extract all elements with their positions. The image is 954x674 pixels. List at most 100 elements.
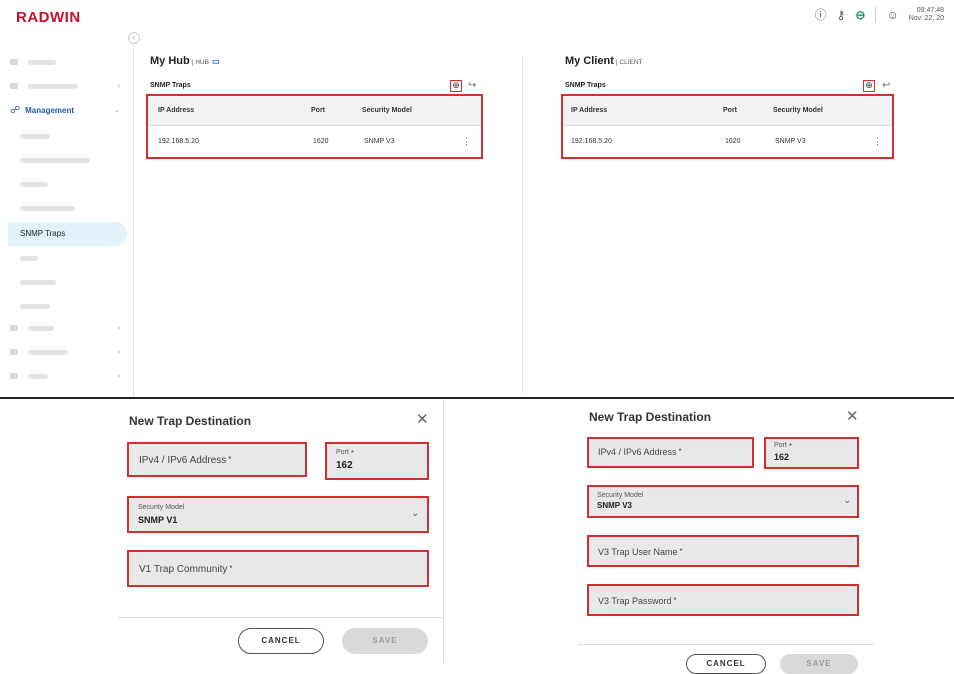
address-label-text: IPv4 / IPv6 Address — [598, 447, 677, 457]
footer-divider — [578, 644, 874, 645]
blurred-icon — [10, 325, 18, 331]
footer-divider — [118, 617, 444, 618]
key-icon[interactable]: ⚷ — [837, 8, 846, 22]
port-value: 162 — [336, 460, 353, 471]
cell-security: SNMP V3 — [775, 137, 806, 145]
blurred-icon — [10, 349, 18, 355]
hub-title-text: My Hub — [150, 55, 190, 67]
clock-time: 09:47:48 — [916, 6, 944, 14]
sidebar-item-blurred[interactable]: › — [10, 78, 128, 94]
client-subtitle-text: CLIENT — [619, 59, 643, 66]
add-trap-button[interactable]: ⊕ — [450, 80, 462, 92]
separator-line — [0, 397, 954, 399]
radwin-logo: RADWIN — [16, 9, 81, 26]
security-model-select[interactable]: Security Model SNMP V1 ⌄ — [127, 496, 429, 533]
user-name-field[interactable]: V3 Trap User Name * — [587, 535, 859, 567]
sidebar-item-blurred[interactable]: › — [10, 368, 128, 384]
port-label-text: Port — [774, 442, 787, 449]
sidebar-subitem-blurred[interactable] — [20, 274, 56, 290]
undo-arrow-icon[interactable]: ↩ — [882, 80, 890, 91]
sidebar-subitem-blurred[interactable] — [20, 176, 48, 192]
column-port: Port — [723, 107, 737, 114]
sidebar-subitem-blurred[interactable] — [20, 250, 38, 266]
redo-arrow-icon[interactable]: ↪ — [468, 80, 476, 91]
blurred-label — [20, 157, 90, 163]
sidebar-subitem-blurred[interactable] — [20, 152, 90, 168]
blurred-icon — [10, 83, 18, 89]
close-icon[interactable]: ✕ — [416, 410, 429, 428]
security-label: Security Model — [138, 504, 185, 511]
cell-ip: 192.168.5.20 — [571, 137, 612, 145]
password-label-text: V3 Trap Password — [598, 596, 672, 606]
port-field[interactable]: Port * 162 — [325, 442, 429, 480]
new-trap-dialog-v1: New Trap Destination ✕ IPv4 / IPv6 Addre… — [118, 400, 444, 662]
client-title: My Client | CLIENT — [565, 55, 643, 67]
cell-security: SNMP V3 — [364, 137, 395, 145]
dialog-title: New Trap Destination — [589, 410, 712, 424]
edit-icon[interactable]: ▭ — [212, 57, 220, 66]
address-field[interactable]: IPv4 / IPv6 Address * — [127, 442, 307, 477]
collapse-sidebar-button[interactable]: ‹ — [128, 32, 140, 44]
user-icon[interactable]: ☺ — [886, 8, 898, 22]
community-field[interactable]: V1 Trap Community * — [127, 550, 429, 587]
cell-port: 1620 — [313, 137, 329, 145]
row-menu-icon[interactable]: ⋮ — [462, 136, 471, 147]
table-header: IP Address Port Security Model — [563, 96, 892, 126]
column-ip: IP Address — [571, 107, 608, 114]
password-label: V3 Trap Password * — [598, 596, 677, 606]
table-row[interactable]: 192.168.5.20 1620 SNMP V3 ⋮ — [148, 126, 481, 156]
blurred-label — [28, 325, 54, 331]
hub-title: My Hub | HUB ▭ — [150, 55, 220, 67]
sidebar-item-management[interactable]: ☍ Management ⌄ — [10, 102, 128, 118]
sidebar-item-snmp-traps[interactable]: SNMP Traps — [8, 222, 127, 246]
security-model-select[interactable]: Security Model SNMP V3 ⌄ — [587, 485, 859, 518]
community-label: V1 Trap Community * — [139, 564, 233, 575]
top-bar: RADWIN ⓘ ⚷ ⊖ ☺ 09:47:48 Nov. 22, 20 — [0, 0, 954, 36]
cancel-button[interactable]: CANCEL — [686, 654, 766, 674]
blurred-icon — [10, 373, 18, 379]
link-icon[interactable]: ⊖ — [855, 8, 865, 22]
close-icon[interactable]: ✕ — [846, 407, 859, 425]
cancel-button[interactable]: CANCEL — [238, 628, 324, 654]
save-button[interactable]: SAVE — [342, 628, 428, 654]
sidebar: › ☍ Management ⌄ SNMP Traps › › › — [0, 36, 134, 398]
clock-date: Nov. 22, 20 — [908, 14, 944, 22]
sidebar-subitem-blurred[interactable] — [20, 128, 50, 144]
address-label: IPv4 / IPv6 Address * — [139, 455, 231, 466]
cell-ip: 192.168.5.20 — [158, 137, 199, 145]
address-field[interactable]: IPv4 / IPv6 Address * — [587, 437, 754, 468]
table-row[interactable]: 192.168.5.20 1620 SNMP V3 ⋮ — [563, 126, 892, 156]
port-field[interactable]: Port * 162 — [764, 437, 859, 469]
add-trap-button[interactable]: ⊕ — [863, 80, 875, 92]
chevron-down-icon: ⌄ — [114, 107, 120, 114]
blurred-label — [20, 205, 75, 211]
port-label: Port * — [336, 449, 354, 458]
required-marker: * — [350, 449, 354, 458]
clock: 09:47:48 Nov. 22, 20 — [909, 7, 944, 23]
blurred-label — [28, 349, 68, 355]
network-icon: ☍ — [10, 104, 21, 116]
address-label: IPv4 / IPv6 Address * — [598, 447, 682, 457]
sidebar-item-blurred[interactable]: › — [10, 320, 128, 336]
sidebar-item-blurred[interactable]: › — [10, 344, 128, 360]
sidebar-item-blurred[interactable] — [10, 54, 56, 70]
save-button[interactable]: SAVE — [780, 654, 858, 674]
divider — [875, 6, 877, 23]
hub-subtitle-text: HUB — [195, 59, 209, 66]
sidebar-subitem-blurred[interactable] — [20, 298, 50, 314]
info-icon[interactable]: ⓘ — [815, 6, 827, 23]
user-name-label-text: V3 Trap User Name — [598, 547, 678, 557]
top-icons: ⓘ ⚷ ⊖ ☺ 09:47:48 Nov. 22, 20 — [815, 6, 944, 23]
blurred-label — [20, 279, 56, 285]
client-subtitle: | CLIENT — [615, 59, 643, 66]
panel-divider — [522, 56, 523, 394]
new-trap-dialog-v3: New Trap Destination ✕ IPv4 / IPv6 Addre… — [578, 400, 874, 674]
required-marker: * — [673, 596, 677, 605]
port-label-text: Port — [336, 449, 349, 456]
sidebar-item-label: Management — [25, 105, 75, 115]
blurred-label — [20, 303, 50, 309]
sidebar-subitem-blurred[interactable] — [20, 200, 75, 216]
blurred-label — [28, 83, 78, 89]
row-menu-icon[interactable]: ⋮ — [873, 136, 882, 147]
password-field[interactable]: V3 Trap Password * — [587, 584, 859, 616]
